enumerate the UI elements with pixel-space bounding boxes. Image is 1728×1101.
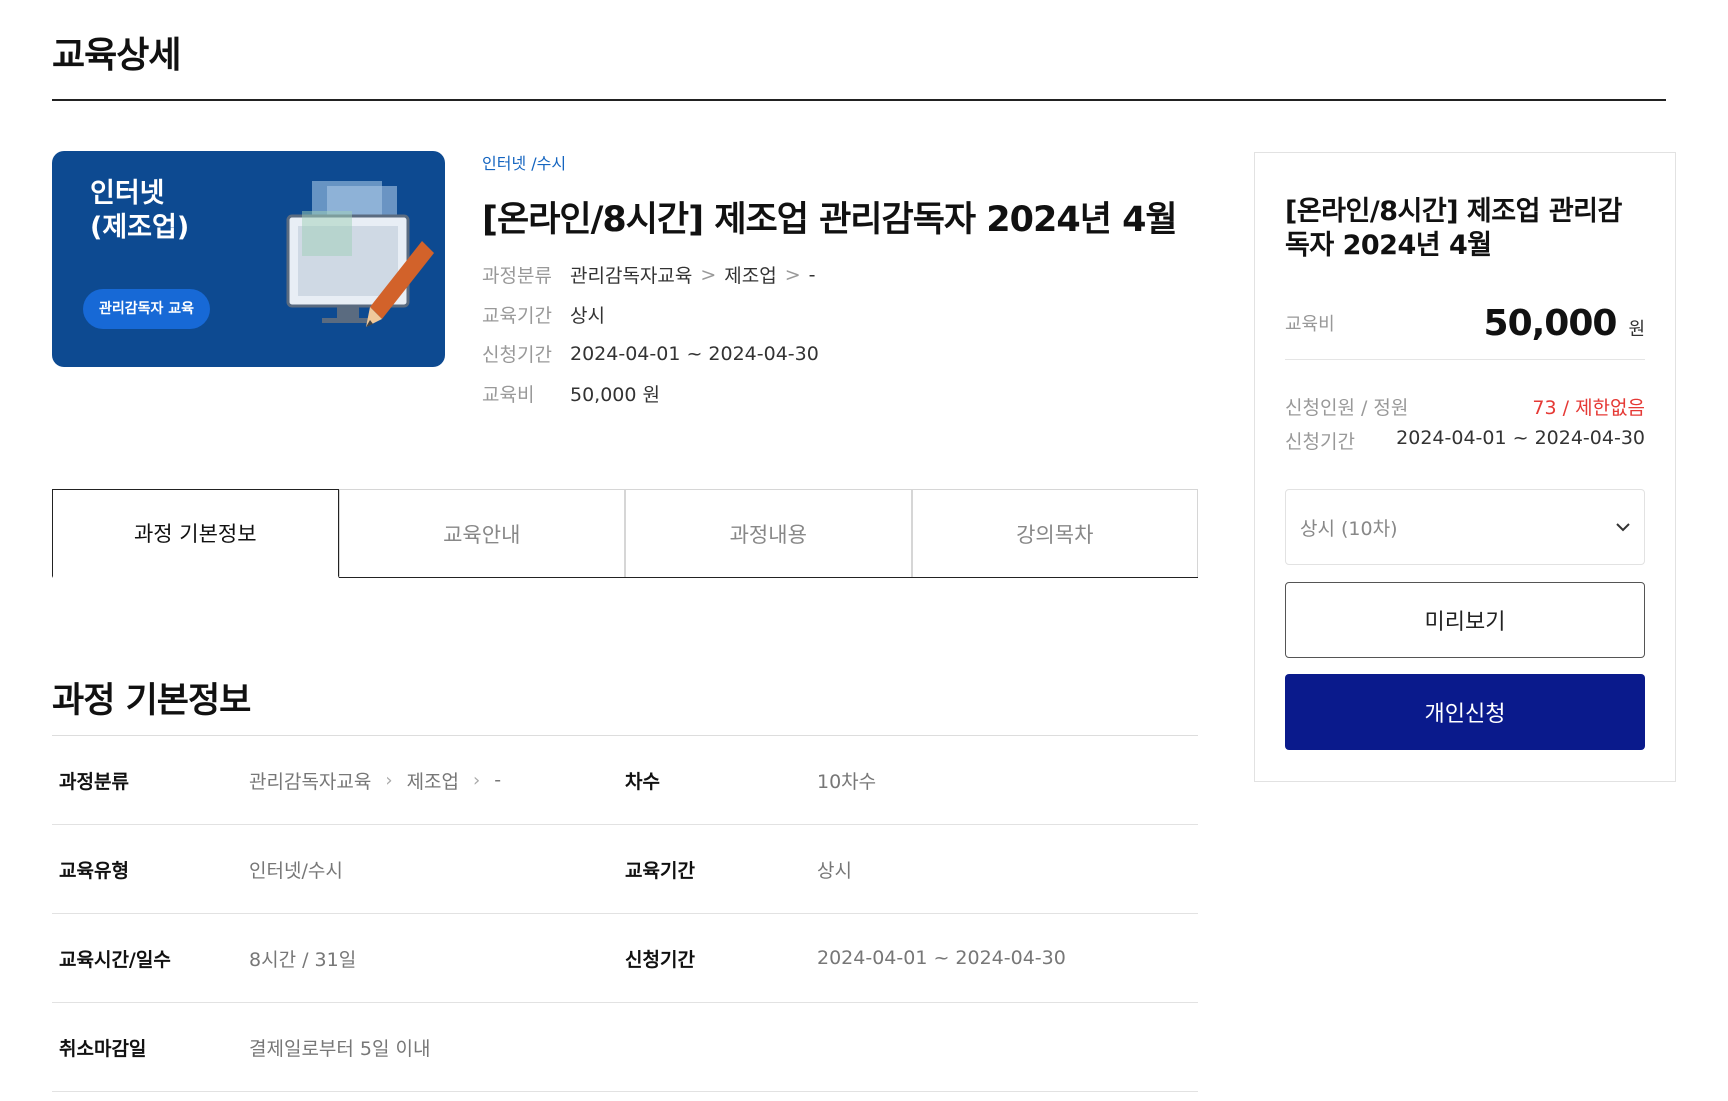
summary-label: 교육비: [482, 383, 535, 406]
session-select-value: 상시 (10차): [1300, 517, 1398, 540]
table-cell: 관리감독자교육 › 제조업 › -: [249, 767, 625, 794]
apply-period-value: 2024-04-01 ~ 2024-04-30: [1396, 427, 1645, 449]
price-value: 50,000 원: [1484, 303, 1645, 344]
summary-label: 교육기간: [482, 304, 552, 327]
table-header: 교육시간/일수: [59, 948, 171, 971]
course-summary: 과정분류 관리감독자교육 > 제조업 > - 교육기간 상시 신청기간 2024…: [482, 255, 819, 413]
table-header: 신청기간: [625, 948, 695, 971]
table-header: 차수: [625, 770, 660, 793]
table-header: 교육기간: [625, 859, 695, 882]
breadcrumb-item: 관리감독자교육: [570, 265, 693, 288]
basic-info-table: 과정분류 관리감독자교육 › 제조업 › - 차수 10차수 교육유형 인터넷/…: [52, 735, 1198, 1092]
summary-value: 2024-04-01 ~ 2024-04-30: [570, 342, 819, 365]
table-cell: 인터넷/수시: [249, 859, 343, 882]
price-label: 교육비: [1285, 314, 1335, 335]
table-cell: 2024-04-01 ~ 2024-04-30: [817, 947, 1066, 969]
table-cell: 10차수: [817, 770, 877, 793]
table-row: 교육유형 인터넷/수시 교육기간 상시: [52, 825, 1198, 914]
panel-divider: [1285, 359, 1645, 360]
summary-value: 상시: [570, 304, 605, 327]
section-title: 과정 기본정보: [52, 681, 251, 721]
course-title: [온라인/8시간] 제조업 관리감독자 2024년 4월: [482, 200, 1178, 240]
summary-value: 관리감독자교육 > 제조업 > -: [570, 261, 816, 288]
table-row: 교육시간/일수 8시간 / 31일 신청기간 2024-04-01 ~ 2024…: [52, 914, 1198, 1003]
chevron-right-icon: >: [784, 263, 801, 286]
breadcrumb-item: 제조업: [724, 265, 777, 288]
tab-bar: 과정 기본정보 교육안내 과정내용 강의목차: [52, 489, 1198, 578]
computer-pencil-icon: [286, 181, 434, 327]
table-cell: 상시: [817, 859, 852, 882]
summary-row: 신청기간 2024-04-01 ~ 2024-04-30: [482, 334, 819, 374]
session-select[interactable]: 상시 (10차): [1285, 489, 1645, 565]
apply-button[interactable]: 개인신청: [1285, 674, 1645, 750]
breadcrumb-item: 제조업: [406, 770, 460, 793]
breadcrumb-item: -: [808, 263, 816, 286]
chevron-right-icon: >: [700, 263, 717, 286]
tab-course-content[interactable]: 과정내용: [625, 489, 912, 577]
table-row: 취소마감일 결제일로부터 5일 이내: [52, 1003, 1198, 1092]
preview-button[interactable]: 미리보기: [1285, 582, 1645, 658]
price-amount: 50,000: [1483, 302, 1618, 344]
table-header: 과정분류: [59, 770, 129, 793]
chevron-right-icon: ›: [385, 769, 393, 791]
capacity-label: 신청인원 / 정원: [1285, 397, 1409, 419]
summary-row: 과정분류 관리감독자교육 > 제조업 > -: [482, 255, 819, 295]
chevron-down-icon: [1616, 522, 1630, 531]
summary-value: 50,000 원: [570, 383, 661, 406]
capacity-value: 73 / 제한없음: [1532, 397, 1645, 419]
table-row: 과정분류 관리감독자교육 › 제조업 › - 차수 10차수: [52, 736, 1198, 825]
table-cell: 8시간 / 31일: [249, 948, 357, 971]
tab-lecture-list[interactable]: 강의목차: [911, 489, 1198, 577]
course-thumbnail: 인터넷 (제조업) 관리감독자 교육: [52, 151, 445, 367]
thumbnail-badge: 관리감독자 교육: [83, 289, 211, 329]
summary-row: 교육비 50,000 원: [482, 374, 819, 414]
price-row: 교육비 50,000 원: [1285, 293, 1645, 353]
apply-period-label: 신청기간: [1285, 431, 1355, 453]
table-header: 취소마감일: [59, 1037, 147, 1060]
tab-basic-info[interactable]: 과정 기본정보: [52, 489, 339, 578]
price-unit: 원: [1628, 318, 1645, 340]
capacity-row: 신청인원 / 정원 73 / 제한없음: [1285, 393, 1645, 420]
breadcrumb-item: -: [494, 769, 502, 791]
summary-label: 과정분류: [482, 265, 552, 288]
category-tag: 인터넷 /수시: [482, 154, 567, 173]
breadcrumb-item: 관리감독자교육: [249, 770, 372, 793]
thumbnail-title: 인터넷 (제조업): [90, 178, 190, 243]
panel-title: [온라인/8시간] 제조업 관리감독자 2024년 4월: [1285, 196, 1622, 261]
enrollment-panel: [온라인/8시간] 제조업 관리감독자 2024년 4월 교육비 50,000 …: [1254, 152, 1676, 782]
summary-row: 교육기간 상시: [482, 295, 819, 335]
table-header: 교육유형: [59, 859, 129, 882]
title-divider: [52, 99, 1666, 101]
tab-education-guide[interactable]: 교육안내: [338, 489, 625, 577]
chevron-right-icon: ›: [473, 769, 481, 791]
page-title: 교육상세: [52, 35, 181, 76]
table-cell: 결제일로부터 5일 이내: [249, 1037, 431, 1060]
apply-period-row: 신청기간 2024-04-01 ~ 2024-04-30: [1285, 427, 1645, 454]
summary-label: 신청기간: [482, 344, 552, 367]
